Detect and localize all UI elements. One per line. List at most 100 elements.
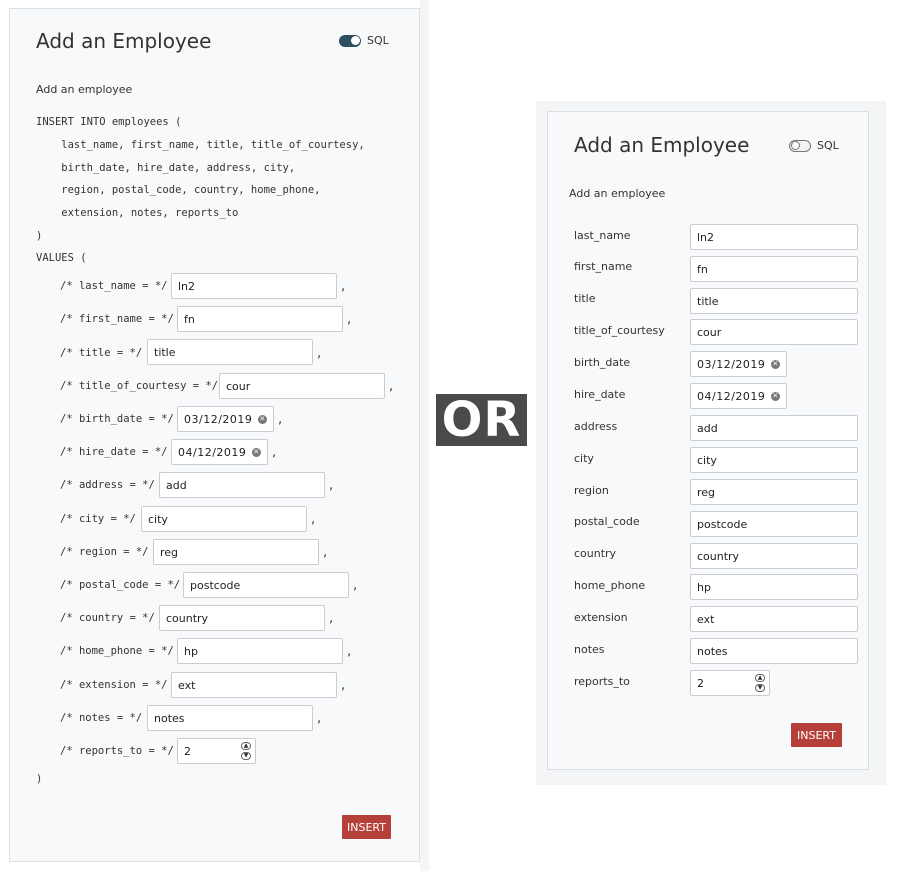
field-label-title-of-courtesy: title_of_courtesy <box>574 324 665 337</box>
home-phone-input[interactable] <box>690 574 858 600</box>
sql-line: ) <box>36 230 43 242</box>
city-input[interactable] <box>690 447 858 473</box>
field-label-last-name: last_name <box>574 229 631 242</box>
comma: , <box>316 348 323 360</box>
sql-comment-last-name: /* last_name = */ <box>60 280 168 292</box>
title-input[interactable] <box>690 288 858 314</box>
form-subtitle: Add an employee <box>569 187 666 200</box>
spin-down-icon[interactable]: ▼ <box>241 752 251 760</box>
sql-reports-to-input[interactable]: 2 ▲ ▼ <box>177 738 256 764</box>
spinner-arrows-icon[interactable]: ▲ ▼ <box>755 674 765 692</box>
sql-comment-title: /* title = */ <box>60 347 143 359</box>
field-label-reports-to: reports_to <box>574 675 630 688</box>
birth-date-input[interactable]: 03/12/2019 ✕ <box>690 351 787 377</box>
sql-line: birth_date, hire_date, address, city, <box>36 162 296 174</box>
date-value: 04/12/2019 <box>697 389 766 403</box>
sql-last-name-input[interactable] <box>171 273 337 299</box>
comma: , <box>352 580 359 592</box>
date-value: 03/12/2019 <box>697 357 766 371</box>
address-input[interactable] <box>690 415 858 441</box>
panel-shadow <box>420 0 429 871</box>
field-label-extension: extension <box>574 611 628 624</box>
toggle-switch[interactable] <box>339 34 361 47</box>
sql-country-input[interactable] <box>159 605 325 631</box>
field-label-postal-code: postal_code <box>574 515 640 528</box>
sql-toggle-label: SQL <box>817 139 839 152</box>
comma: , <box>346 314 353 326</box>
sql-comment-hire-date: /* hire_date = */ <box>60 446 168 458</box>
toggle-switch[interactable] <box>789 139 811 152</box>
insert-button[interactable]: INSERT <box>342 815 391 839</box>
sql-comment-notes: /* notes = */ <box>60 712 143 724</box>
comma: , <box>322 547 329 559</box>
sql-comment-extension: /* extension = */ <box>60 679 168 691</box>
clear-circle-icon[interactable]: ✕ <box>771 360 780 369</box>
insert-button[interactable]: INSERT <box>791 723 842 747</box>
sql-title-of-courtesy-input[interactable] <box>219 373 385 399</box>
sql-comment-postal-code: /* postal_code = */ <box>60 579 181 591</box>
sql-city-input[interactable] <box>141 506 307 532</box>
comma: , <box>316 713 323 725</box>
spin-down-icon[interactable]: ▼ <box>755 684 765 692</box>
hire-date-input[interactable]: 04/12/2019 ✕ <box>690 383 787 409</box>
first-name-input[interactable] <box>690 256 858 282</box>
notes-input[interactable] <box>690 638 858 664</box>
sql-extension-input[interactable] <box>171 672 337 698</box>
comma: , <box>271 447 278 459</box>
sql-toggle[interactable]: SQL <box>789 139 839 152</box>
spin-up-icon[interactable]: ▲ <box>241 742 251 750</box>
comma: , <box>310 514 317 526</box>
field-label-title: title <box>574 292 596 305</box>
country-input[interactable] <box>690 543 858 569</box>
sql-notes-input[interactable] <box>147 705 313 731</box>
sql-address-input[interactable] <box>159 472 325 498</box>
comma: , <box>346 646 353 658</box>
field-label-notes: notes <box>574 643 605 656</box>
sql-title-input[interactable] <box>147 339 313 365</box>
comma: , <box>388 381 395 393</box>
comma: , <box>340 680 347 692</box>
clear-circle-icon[interactable]: ✕ <box>252 448 261 457</box>
sql-postal-code-input[interactable] <box>183 572 349 598</box>
sql-region-input[interactable] <box>153 539 319 565</box>
sql-first-name-input[interactable] <box>177 306 343 332</box>
extension-input[interactable] <box>690 606 858 632</box>
clear-circle-icon[interactable]: ✕ <box>771 392 780 401</box>
field-label-address: address <box>574 420 618 433</box>
sql-line: VALUES ( <box>36 252 87 264</box>
field-label-city: city <box>574 452 594 465</box>
field-label-country: country <box>574 547 617 560</box>
field-label-first-name: first_name <box>574 260 633 273</box>
sql-home-phone-input[interactable] <box>177 638 343 664</box>
sql-line: INSERT INTO employees ( <box>36 116 182 128</box>
comma: , <box>340 281 347 293</box>
sql-toggle-label: SQL <box>367 34 389 47</box>
sql-toggle[interactable]: SQL <box>339 34 389 47</box>
title-of-courtesy-input[interactable] <box>690 319 858 345</box>
comma: , <box>277 414 284 426</box>
region-input[interactable] <box>690 479 858 505</box>
field-label-home-phone: home_phone <box>574 579 646 592</box>
reports-to-input[interactable]: 2 ▲ ▼ <box>690 670 770 696</box>
spin-up-icon[interactable]: ▲ <box>755 674 765 682</box>
sql-comment-home-phone: /* home_phone = */ <box>60 645 174 657</box>
sql-line: ) <box>36 773 43 785</box>
sql-hire-date-input[interactable]: 04/12/2019 ✕ <box>171 439 268 465</box>
sql-comment-first-name: /* first_name = */ <box>60 313 174 325</box>
field-label-birth-date: birth_date <box>574 356 631 369</box>
clear-circle-icon[interactable]: ✕ <box>258 415 267 424</box>
comma: , <box>328 480 335 492</box>
last-name-input[interactable] <box>690 224 858 250</box>
page-title: Add an Employee <box>36 29 212 53</box>
sql-birth-date-input[interactable]: 03/12/2019 ✕ <box>177 406 274 432</box>
number-value: 2 <box>184 744 191 758</box>
sql-comment-country: /* country = */ <box>60 612 155 624</box>
sql-line: extension, notes, reports_to <box>36 207 239 219</box>
postal-code-input[interactable] <box>690 511 858 537</box>
sql-comment-city: /* city = */ <box>60 513 136 525</box>
date-value: 03/12/2019 <box>184 412 253 426</box>
field-label-region: region <box>574 484 609 497</box>
spinner-arrows-icon[interactable]: ▲ ▼ <box>241 742 251 760</box>
field-label-hire-date: hire_date <box>574 388 626 401</box>
comma: , <box>328 613 335 625</box>
